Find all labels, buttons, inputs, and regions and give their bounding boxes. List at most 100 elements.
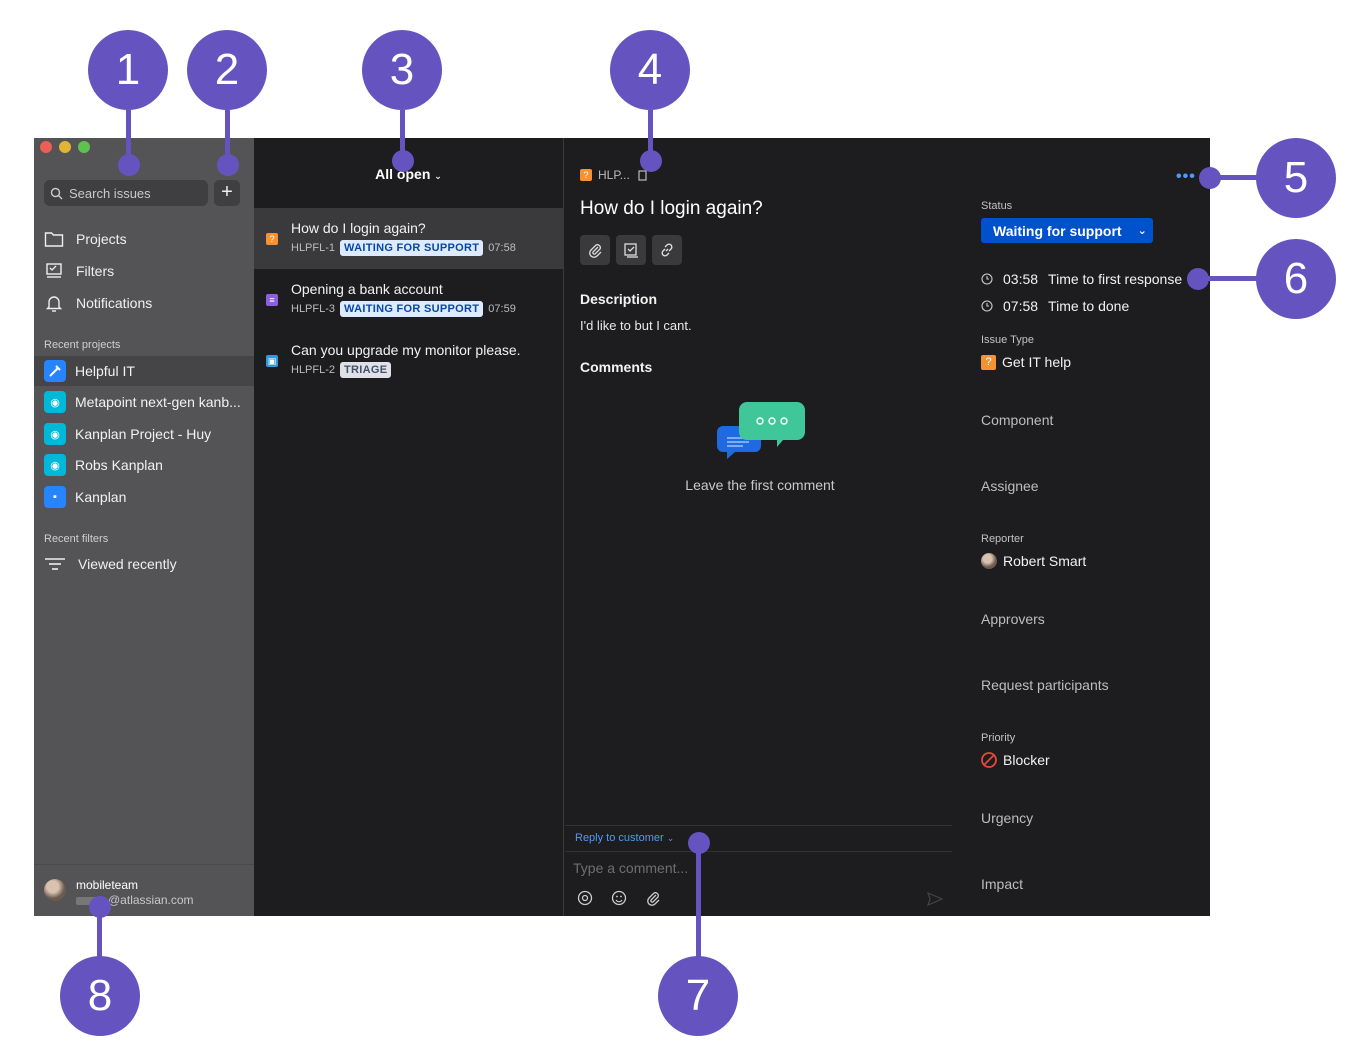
comment-box[interactable] [565, 851, 952, 884]
nav-filters-label: Filters [76, 263, 115, 279]
minimize-window-button[interactable] [59, 141, 71, 153]
priority-field[interactable]: Blocker [981, 752, 1050, 768]
subtask-button[interactable] [616, 235, 646, 265]
issue-type-label: Issue Type [981, 334, 1034, 346]
status-label: Status [981, 200, 1013, 212]
project-item-kanplan-huy[interactable]: ◉ Kanplan Project - Huy [34, 419, 254, 449]
project-avatar-icon [44, 360, 66, 382]
urgency-field[interactable]: Urgency [981, 810, 1033, 826]
user-email-text: @atlassian.com [108, 893, 194, 907]
component-field[interactable]: Component [981, 412, 1053, 428]
recent-projects-heading: Recent projects [44, 339, 121, 351]
link-icon [661, 243, 673, 257]
question-icon: ? [580, 169, 592, 181]
callout-8-pointer [89, 896, 111, 918]
close-window-button[interactable] [40, 141, 52, 153]
search-input[interactable] [69, 185, 199, 201]
callout-5-pointer [1199, 167, 1221, 189]
issue-key: HLPFL-3 [291, 303, 336, 315]
send-icon[interactable] [927, 892, 943, 906]
description-text[interactable]: I'd like to but I cant. [580, 318, 692, 333]
issue-toolbar [580, 235, 682, 265]
sla-label: Time to first response [1048, 271, 1183, 287]
issue-detail: ? HLP... How do I login again? Descripti… [565, 138, 1210, 916]
page-title[interactable]: How do I login again? [580, 198, 763, 220]
create-issue-button[interactable]: + [214, 180, 240, 206]
status-badge: WAITING FOR SUPPORT [340, 240, 484, 256]
nav-notifications[interactable]: Notifications [44, 293, 152, 313]
filter-lines-icon [45, 558, 65, 570]
status-dropdown[interactable]: Waiting for support ⌄ [981, 218, 1153, 243]
search-box[interactable] [44, 180, 208, 206]
more-actions-button[interactable]: ••• [1176, 168, 1196, 186]
description-heading: Description [580, 291, 658, 307]
issue-title: Opening a bank account [291, 281, 443, 297]
task-icon: ≡ [266, 294, 278, 306]
attach-button[interactable] [580, 235, 610, 265]
comments-heading: Comments [580, 359, 653, 375]
assignee-field[interactable]: Assignee [981, 478, 1039, 494]
callout-1-connector [126, 110, 131, 160]
nav-projects[interactable]: Projects [44, 230, 127, 248]
callout-6: 6 [1256, 239, 1336, 319]
issue-row[interactable]: ? How do I login again? HLPFL-1 WAITING … [254, 208, 564, 269]
callout-7-pointer [688, 832, 710, 854]
issue-time: 07:59 [488, 303, 516, 315]
issue-key-link[interactable]: HLP... [598, 168, 630, 182]
project-item-kanplan[interactable]: ▪ Kanplan [34, 482, 254, 512]
sla-time: 07:58 [1003, 298, 1039, 314]
project-avatar-icon: ◉ [44, 423, 66, 445]
project-label: Robs Kanplan [75, 457, 163, 473]
emoji-icon[interactable] [611, 890, 627, 906]
approvers-field[interactable]: Approvers [981, 611, 1045, 627]
paperclip-icon[interactable] [645, 890, 661, 906]
issue-row[interactable]: ≡ Opening a bank account HLPFL-3 WAITING… [254, 269, 564, 330]
impact-field[interactable]: Impact [981, 876, 1023, 892]
issue-fields: ••• Status Waiting for support ⌄ 03:58 T… [981, 138, 1210, 916]
reply-type-label[interactable]: Reply to customer ⌄ [575, 832, 674, 844]
nav-filters[interactable]: Filters [44, 262, 114, 280]
project-item-helpful-it[interactable]: Helpful IT [34, 356, 254, 386]
app-window: + Projects Filters Notifications Recent … [34, 138, 1210, 916]
reporter-field[interactable]: Robert Smart [981, 553, 1086, 569]
project-item-metapoint[interactable]: ◉ Metapoint next-gen kanb... [34, 387, 254, 417]
reporter-value: Robert Smart [1003, 553, 1087, 569]
avatar [981, 553, 997, 569]
filter-item-viewed-recently[interactable]: Viewed recently [44, 556, 177, 572]
breadcrumb: ? HLP... [580, 168, 648, 182]
callout-1: 1 [88, 30, 168, 110]
question-icon: ? [266, 233, 278, 245]
callout-6-pointer [1187, 268, 1209, 290]
participants-field[interactable]: Request participants [981, 677, 1109, 693]
issue-row[interactable]: ▣ Can you upgrade my monitor please. HLP… [254, 330, 564, 391]
checklist-icon [624, 243, 638, 258]
reply-type-selector[interactable]: Reply to customer ⌄ [565, 825, 952, 844]
filter-label: Viewed recently [78, 556, 177, 572]
maximize-window-button[interactable] [78, 141, 90, 153]
project-avatar-icon: ◉ [44, 454, 66, 476]
callout-7-connector [696, 846, 701, 958]
callout-5: 5 [1256, 138, 1336, 218]
blocker-icon [981, 752, 997, 768]
link-button[interactable] [652, 235, 682, 265]
callout-4-pointer [640, 150, 662, 172]
callout-3: 3 [362, 30, 442, 110]
project-label: Kanplan Project - Huy [75, 426, 212, 442]
callout-2-pointer [217, 154, 239, 176]
window-controls [40, 141, 90, 153]
sla-done: 07:58 Time to done [981, 298, 1129, 314]
user-profile[interactable]: mobileteam @atlassian.com [34, 864, 254, 916]
sla-first-response: 03:58 Time to first response [981, 271, 1182, 287]
callout-8: 8 [60, 956, 140, 1036]
callout-1-pointer [118, 154, 140, 176]
project-label: Helpful IT [75, 363, 135, 379]
project-label: Metapoint next-gen kanb... [75, 394, 241, 410]
comment-input[interactable] [565, 852, 952, 884]
user-name: mobileteam [76, 878, 139, 892]
empty-comments-text: Leave the first comment [685, 477, 835, 493]
issue-type-field[interactable]: ? Get IT help [981, 354, 1071, 370]
callout-7: 7 [658, 956, 738, 1036]
callout-2-connector [225, 110, 230, 160]
project-item-robs-kanplan[interactable]: ◉ Robs Kanplan [34, 450, 254, 480]
mention-icon[interactable] [577, 890, 593, 906]
